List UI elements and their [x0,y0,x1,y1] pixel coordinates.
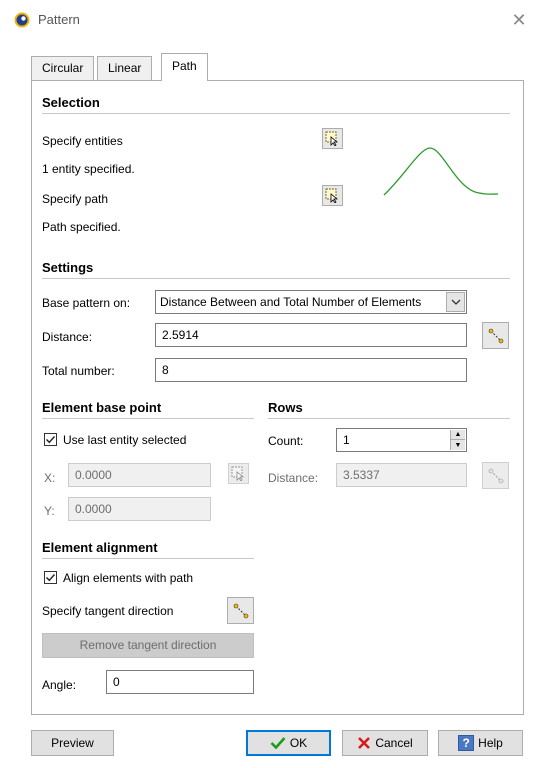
checkmark-icon [46,436,56,444]
help-button-label: Help [478,736,503,750]
base-pattern-value: Distance Between and Total Number of Ele… [160,295,422,309]
path-preview-curve [380,140,500,200]
select-cursor-icon [325,188,339,203]
base-point-divider [42,418,254,419]
stepper-down-icon[interactable]: ▼ [451,440,465,450]
total-number-label: Total number: [42,364,115,378]
pick-rows-distance-button[interactable] [482,462,509,489]
checkmark-icon [270,737,286,750]
select-cursor-icon [325,131,339,146]
tab-label: Linear [108,61,142,75]
distance-input[interactable]: 2.5914 [155,323,467,347]
path-status: Path specified. [42,220,121,234]
rows-count-label: Count: [268,434,304,448]
checkmark-icon [46,574,56,582]
tab-label: Circular [42,61,84,75]
use-last-entity-label: Use last entity selected [63,433,187,447]
tab-label: Path [172,59,197,73]
preview-button[interactable]: Preview [31,730,114,756]
specify-tangent-button[interactable] [227,597,254,624]
selection-divider [42,113,510,114]
pick-distance-button[interactable] [482,322,509,349]
rows-distance-label: Distance: [268,471,319,485]
specify-entities-button[interactable] [322,128,343,149]
select-cursor-icon [231,466,245,481]
x-input[interactable]: 0.0000 [68,463,211,487]
tab-circular[interactable]: Circular [31,56,95,80]
remove-tangent-button[interactable]: Remove tangent direction [42,633,254,658]
y-input[interactable]: 0.0000 [68,497,211,521]
base-point-title: Element base point [42,400,162,415]
tab-path[interactable]: Path [161,53,208,81]
entities-status: 1 entity specified. [42,162,135,176]
base-pattern-select[interactable]: Distance Between and Total Number of Ele… [155,290,467,314]
ok-button[interactable]: OK [246,730,331,756]
specify-path-button[interactable] [322,185,343,206]
settings-divider [42,278,510,279]
stepper-up-icon[interactable]: ▲ [451,430,465,440]
align-with-path-checkbox[interactable] [44,571,57,584]
preview-button-label: Preview [51,736,94,750]
tangent-direction-label: Specify tangent direction [42,604,174,618]
stepper-controls: ▲ ▼ [450,430,465,450]
close-icon: ✕ [511,10,527,30]
alignment-divider [42,558,254,559]
rows-divider [268,418,510,419]
app-logo-icon [14,12,30,28]
align-with-path-label: Align elements with path [63,571,194,585]
rows-title: Rows [268,400,303,415]
specify-path-label: Specify path [42,192,109,206]
window-title: Pattern [38,12,80,27]
alignment-title: Element alignment [42,540,158,555]
chevron-down-icon[interactable] [446,292,465,312]
help-icon: ? [458,735,475,751]
cancel-button[interactable]: Cancel [342,730,428,756]
specify-entities-label: Specify entities [42,134,123,148]
rows-distance-input[interactable]: 3.5337 [336,463,467,487]
total-number-input[interactable]: 8 [155,358,467,382]
tab-linear[interactable]: Linear [97,56,153,80]
cancel-x-icon [358,737,371,749]
y-label: Y: [44,504,55,518]
settings-title: Settings [42,260,94,275]
rows-count-stepper[interactable]: 1 ▲ ▼ [336,428,467,452]
measure-points-icon [488,328,503,343]
angle-input[interactable]: 0 [106,670,254,694]
title-bar [0,0,533,40]
ok-button-label: OK [289,736,308,750]
help-button[interactable]: ? Help [438,730,523,756]
close-button[interactable]: ✕ [508,9,530,31]
pick-base-point-button[interactable] [228,463,249,484]
use-last-entity-checkbox[interactable] [44,433,57,446]
rows-count-value: 1 [343,433,350,447]
measure-points-icon [233,603,248,618]
measure-points-icon [488,468,503,483]
distance-label: Distance: [42,330,93,344]
angle-label: Angle: [42,678,77,692]
selection-title: Selection [42,95,100,110]
base-pattern-label: Base pattern on: [42,296,131,310]
x-label: X: [44,471,56,485]
cancel-button-label: Cancel [375,736,413,750]
